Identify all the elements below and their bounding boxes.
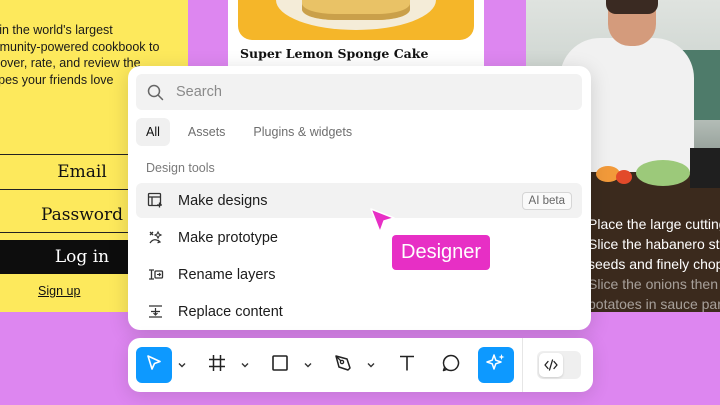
frame-tool-chevron-down-icon[interactable]: [238, 356, 252, 374]
intro-line: community-powered cookbook to: [0, 39, 160, 54]
replace-content-icon: [146, 303, 164, 321]
video-caption: Place the large cutting board Slice the …: [588, 214, 720, 312]
sparkle-icon: [485, 352, 507, 379]
move-cursor-icon: [144, 353, 164, 378]
tab-plugins-widgets[interactable]: Plugins & widgets: [243, 118, 362, 146]
section-title: Design tools: [146, 161, 215, 175]
text-icon: [397, 353, 417, 378]
rename-icon: [146, 266, 164, 284]
make-designs-icon: [146, 192, 164, 210]
code-icon: [539, 353, 563, 377]
comment-tool-button[interactable]: [433, 347, 469, 383]
tab-all[interactable]: All: [136, 118, 170, 146]
pen-tool-chevron-down-icon[interactable]: [364, 356, 378, 374]
signup-link: Sign up: [38, 284, 81, 298]
menu-item-make-designs[interactable]: Make designs AI beta: [136, 183, 582, 218]
search-bar[interactable]: [136, 74, 582, 110]
menu-item-rename-layers[interactable]: Rename layers: [136, 257, 582, 292]
ai-beta-badge: AI beta: [521, 191, 572, 210]
bottom-toolbar: [128, 338, 593, 392]
menu-item-label: Rename layers: [178, 266, 276, 283]
toolbar-divider: [522, 338, 523, 392]
recipe-title: Super Lemon Sponge Cake: [240, 46, 429, 61]
intro-line: Join the world's largest: [0, 23, 113, 37]
menu-item-replace-content[interactable]: Replace content: [136, 294, 582, 329]
ai-tool-button[interactable]: [478, 347, 514, 383]
frame-tool-button[interactable]: [199, 347, 235, 383]
move-tool-chevron-down-icon[interactable]: [175, 356, 189, 374]
shape-tool-chevron-down-icon[interactable]: [301, 356, 315, 374]
collaborator-cursor-icon: [368, 206, 398, 236]
search-input[interactable]: [176, 84, 556, 100]
collaborator-label: Designer: [392, 235, 491, 270]
move-tool-button[interactable]: [136, 347, 172, 383]
frame-hash-icon: [207, 353, 227, 378]
caption-line: seeds and finely chop: [588, 256, 720, 272]
menu-item-label: Make prototype: [178, 229, 278, 246]
shape-tool-button[interactable]: [262, 347, 298, 383]
tab-assets[interactable]: Assets: [178, 118, 236, 146]
command-palette: All Assets Plugins & widgets Design tool…: [128, 66, 591, 330]
pen-tool-button[interactable]: [325, 347, 361, 383]
menu-item-label: Make designs: [178, 192, 268, 209]
comment-bubble-icon: [441, 353, 461, 378]
caption-line: Slice the onions then: [588, 276, 718, 292]
caption-line: Place the large cutting board: [588, 216, 720, 232]
dev-mode-toggle[interactable]: [537, 351, 581, 379]
search-icon: [146, 83, 164, 101]
menu-item-make-prototype[interactable]: Make prototype: [136, 220, 582, 255]
rectangle-icon: [270, 353, 290, 378]
caption-line: potatoes in sauce pan: [588, 296, 720, 312]
cake-photo: [238, 0, 474, 40]
text-tool-button[interactable]: [389, 347, 425, 383]
menu-item-label: Replace content: [178, 303, 283, 320]
prototype-icon: [146, 229, 164, 247]
pen-icon: [333, 353, 353, 378]
caption-line: Slice the habanero stem: [588, 236, 720, 252]
palette-tabs: All Assets Plugins & widgets: [136, 118, 370, 146]
